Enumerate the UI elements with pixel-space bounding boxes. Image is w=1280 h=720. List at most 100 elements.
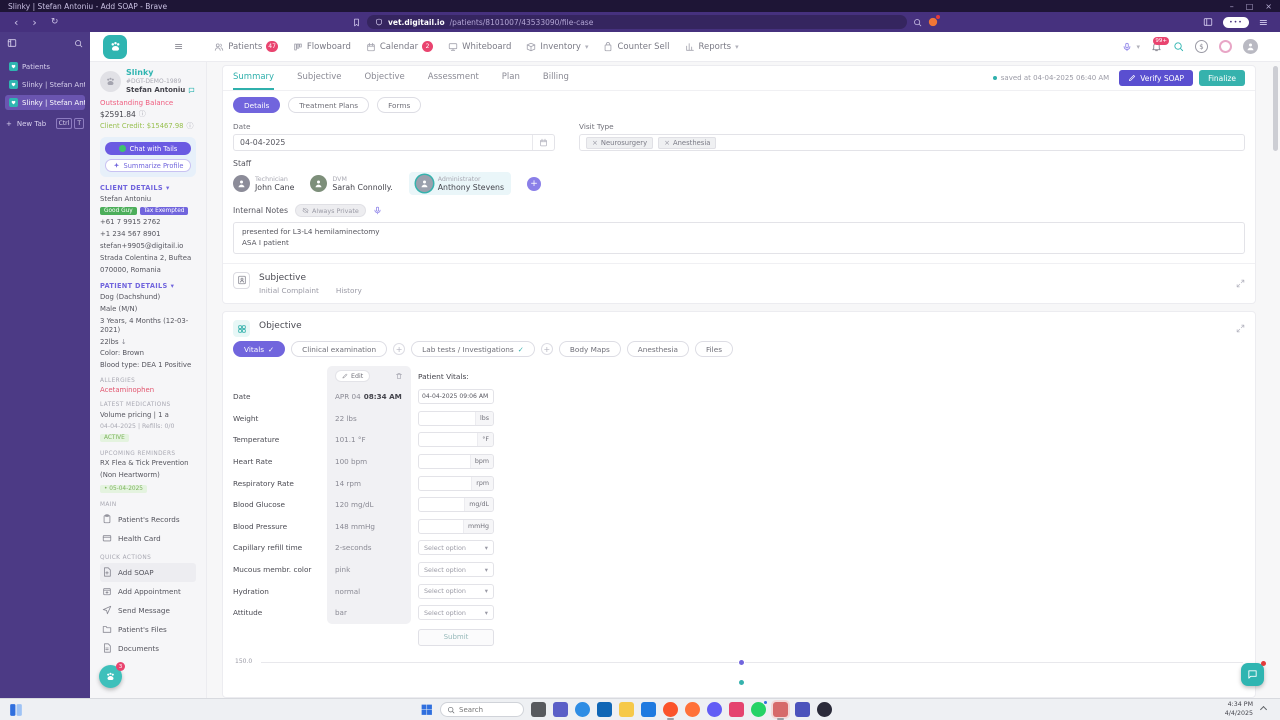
tab-billing[interactable]: Billing	[543, 66, 569, 90]
client-phone-1[interactable]: +61 7 9915 2762	[100, 218, 196, 227]
nav-item-reports[interactable]: Reports ▾	[685, 42, 739, 52]
pet-name[interactable]: Slinky	[126, 68, 195, 77]
widgets-icon[interactable]	[9, 703, 23, 717]
sidebar-item-patients-records[interactable]: Patient's Records	[100, 510, 196, 529]
objective-tab-lab-tests[interactable]: Lab tests / Investigations ✓	[411, 341, 535, 357]
temperature-input[interactable]: °F	[418, 432, 494, 448]
tab-search-icon[interactable]	[74, 39, 83, 48]
timer-icon[interactable]	[1219, 40, 1232, 53]
info-icon[interactable]: ⓘ	[139, 109, 146, 119]
vitals-chart-point[interactable]	[739, 659, 744, 665]
browser-tab-slinky-1[interactable]: Slinky | Stefan Antoniu -	[5, 77, 85, 92]
client-email[interactable]: stefan+9905@digitail.io	[100, 242, 196, 251]
shield-icon[interactable]	[375, 18, 383, 26]
visit-type-chip-neurosurgery[interactable]: × Neurosurgery	[586, 136, 654, 149]
objective-tab-body-maps[interactable]: Body Maps	[558, 341, 621, 357]
start-button[interactable]	[420, 703, 433, 716]
client-details-header[interactable]: CLIENT DETAILS ▾	[100, 184, 196, 192]
tab-objective[interactable]: Objective	[364, 66, 404, 90]
visit-type-input[interactable]: × Neurosurgery × Anesthesia	[579, 134, 1245, 151]
nav-item-inventory[interactable]: Inventory ▾	[526, 42, 588, 52]
page-search-icon[interactable]	[913, 18, 922, 27]
tab-panel-icon[interactable]	[7, 38, 17, 48]
digitail-logo[interactable]	[103, 34, 127, 59]
page-scrollbar[interactable]	[1273, 66, 1278, 151]
vitals-datetime-input[interactable]: 04-04-2025 09:06 AM	[418, 389, 494, 405]
notifications-button[interactable]: 99+	[1151, 37, 1169, 52]
finalize-button[interactable]: Finalize	[1199, 70, 1245, 86]
visit-type-chip-anesthesia[interactable]: × Anesthesia	[658, 136, 717, 149]
heart-rate-input[interactable]: bpm	[418, 454, 494, 470]
chat-with-tails-button[interactable]: Chat with Tails	[105, 142, 191, 155]
link-history[interactable]: History	[336, 286, 362, 295]
expand-icon[interactable]	[1236, 279, 1245, 288]
browser-tab-slinky-active[interactable]: Slinky | Stefan Anto... ×	[5, 95, 85, 110]
expand-icon[interactable]	[1236, 324, 1245, 333]
staff-member-dvm[interactable]: DVM Sarah Connolly.	[310, 175, 393, 192]
staff-member-administrator[interactable]: Administrator Anthony Stevens	[408, 172, 512, 195]
menu-toggle-icon[interactable]: ≡	[174, 40, 183, 53]
quick-action-patients-files[interactable]: Patient's Files	[100, 620, 196, 639]
tab-assessment[interactable]: Assessment	[428, 66, 479, 90]
staff-member-technician[interactable]: Technician John Cane	[233, 175, 294, 192]
vitals-chart-point[interactable]	[739, 679, 744, 685]
hydration-select[interactable]: Select option ▾	[418, 583, 494, 599]
minimize-button[interactable]: –	[1230, 2, 1234, 11]
teams-icon[interactable]	[553, 702, 568, 717]
new-tab-button[interactable]: + New Tab Ctrl T	[6, 118, 84, 129]
allergy-item[interactable]: Acetaminophen	[100, 386, 196, 395]
billing-icon[interactable]: $	[1195, 40, 1208, 53]
outlook-icon[interactable]	[597, 702, 612, 717]
mode-tab-treatment-plans[interactable]: Treatment Plans	[288, 97, 370, 113]
objective-tab-anesthesia[interactable]: Anesthesia	[626, 341, 689, 357]
docker-icon[interactable]	[817, 702, 832, 717]
bookmark-icon[interactable]	[352, 18, 361, 27]
chat-icon[interactable]	[188, 87, 195, 94]
delete-vitals-icon[interactable]	[395, 372, 403, 380]
close-button[interactable]: ×	[1265, 2, 1272, 11]
quick-action-add-appointment[interactable]: Add Appointment	[100, 582, 196, 601]
add-staff-button[interactable]: +	[527, 176, 542, 191]
mucous-membrane-select[interactable]: Select option ▾	[418, 562, 494, 578]
calendar-icon[interactable]	[532, 135, 548, 150]
sidebar-item-health-card[interactable]: Health Card	[100, 529, 196, 548]
nav-item-calendar[interactable]: Calendar 2	[366, 41, 434, 52]
submit-vitals-button[interactable]: Submit	[418, 628, 494, 646]
active-app-icon[interactable]	[773, 702, 788, 720]
patient-details-header[interactable]: PATIENT DETAILS ▾	[100, 282, 196, 290]
mode-tab-details[interactable]: Details	[233, 97, 281, 113]
capillary-refill-select[interactable]: Select option ▾	[418, 540, 494, 556]
task-view-icon[interactable]	[531, 702, 546, 717]
taskbar-search[interactable]	[440, 702, 524, 717]
browser-menu-icon[interactable]: ≡	[1259, 16, 1268, 29]
medication-name[interactable]: Volume pricing | 1 a	[100, 411, 196, 420]
pet-avatar[interactable]	[100, 70, 121, 92]
voice-input-button[interactable]: ▾	[1122, 42, 1140, 52]
support-chat-fab[interactable]	[1241, 661, 1266, 686]
tab-summary[interactable]: Summary	[233, 66, 275, 90]
owner-name[interactable]: Stefan Antoniu	[126, 86, 185, 94]
objective-tab-files[interactable]: Files	[694, 341, 733, 357]
nav-item-counter-sell[interactable]: Counter Sell	[603, 42, 670, 52]
sidebar-toggle-icon[interactable]	[1203, 17, 1213, 27]
address-bar[interactable]: vet.digitail.io /patients/8101007/435330…	[367, 15, 907, 29]
verify-soap-button[interactable]: Verify SOAP	[1119, 70, 1194, 86]
weight-input[interactable]: lbs	[418, 410, 494, 426]
loom-icon[interactable]	[707, 702, 722, 717]
microsoft-store-icon[interactable]	[641, 702, 656, 717]
attitude-select[interactable]: Select option ▾	[418, 605, 494, 621]
tails-assistant-fab[interactable]: 3	[99, 662, 125, 688]
tab-subjective[interactable]: Subjective	[297, 66, 341, 90]
blood-glucose-input[interactable]: mg/dL	[418, 497, 494, 513]
remove-chip-icon[interactable]: ×	[592, 139, 598, 147]
hidden-icons-chevron[interactable]	[1259, 705, 1268, 714]
browser-tab-patients[interactable]: Patients	[5, 59, 85, 74]
forward-button[interactable]: ›	[32, 17, 36, 28]
blood-pressure-input[interactable]: mmHg	[418, 518, 494, 534]
nav-item-flowboard[interactable]: Flowboard	[293, 42, 351, 52]
back-button[interactable]: ‹	[14, 17, 18, 28]
respiratory-rate-input[interactable]: rpm	[418, 475, 494, 491]
internal-notes-textarea[interactable]: presented for L3-L4 hemilaminectomy ASA …	[233, 222, 1245, 254]
nav-item-whiteboard[interactable]: Whiteboard	[448, 42, 511, 52]
quick-action-documents[interactable]: Documents	[100, 639, 196, 658]
